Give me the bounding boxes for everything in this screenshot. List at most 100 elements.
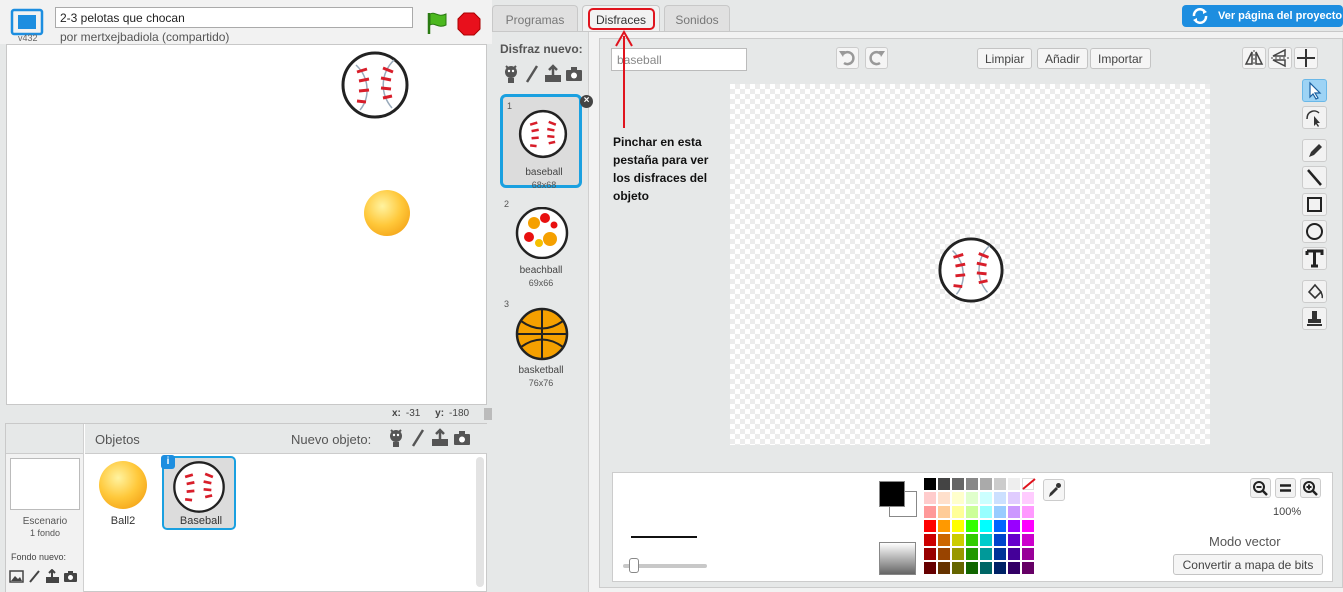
set-center-icon[interactable] xyxy=(1294,47,1318,69)
tab-disfraces[interactable]: Disfraces xyxy=(582,5,660,32)
delete-costume-icon[interactable]: × xyxy=(580,95,593,108)
color-swatch[interactable] xyxy=(938,478,950,490)
color-swatch[interactable] xyxy=(938,562,950,574)
color-swatch[interactable] xyxy=(1022,534,1034,546)
camera-icon[interactable] xyxy=(453,428,471,448)
info-icon[interactable]: i xyxy=(161,455,175,469)
tab-programas[interactable]: Programas xyxy=(492,5,578,32)
color-swatch[interactable] xyxy=(980,562,992,574)
color-swatch[interactable] xyxy=(994,478,1006,490)
convert-to-bitmap-button[interactable]: Convertir a mapa de bits xyxy=(1173,554,1323,575)
color-swatch[interactable] xyxy=(966,520,978,532)
color-swatch[interactable] xyxy=(924,548,936,560)
select-arrow-icon[interactable] xyxy=(1302,79,1327,102)
color-swatch[interactable] xyxy=(924,534,936,546)
camera-icon[interactable] xyxy=(565,64,583,84)
color-swatch[interactable] xyxy=(924,478,936,490)
color-swatch[interactable] xyxy=(1008,478,1020,490)
zoom-reset-icon[interactable] xyxy=(1275,478,1296,498)
color-swatch[interactable] xyxy=(994,562,1006,574)
color-swatch[interactable] xyxy=(924,520,936,532)
color-swatch[interactable] xyxy=(994,548,1006,560)
stage[interactable] xyxy=(6,44,487,405)
project-title-input[interactable] xyxy=(55,7,413,28)
color-swatch[interactable] xyxy=(938,534,950,546)
color-swatch[interactable] xyxy=(952,534,964,546)
color-swatch[interactable] xyxy=(994,506,1006,518)
color-swatch[interactable] xyxy=(938,492,950,504)
paint-canvas[interactable] xyxy=(730,84,1210,445)
color-swatch[interactable] xyxy=(1022,520,1034,532)
upload-icon[interactable] xyxy=(431,428,449,448)
color-swatch[interactable] xyxy=(966,534,978,546)
color-swatch[interactable] xyxy=(966,492,978,504)
color-swatch[interactable] xyxy=(980,478,992,490)
stop-icon[interactable] xyxy=(457,12,481,36)
color-swatch[interactable] xyxy=(1008,520,1020,532)
color-swatch[interactable] xyxy=(1008,492,1020,504)
upload-icon[interactable] xyxy=(45,568,60,584)
tab-sonidos[interactable]: Sonidos xyxy=(664,5,730,32)
color-swatch[interactable] xyxy=(994,492,1006,504)
costume-library-icon[interactable] xyxy=(502,64,520,84)
view-project-page-button[interactable]: Ver página del proyecto xyxy=(1182,5,1343,27)
flip-horizontal-icon[interactable] xyxy=(1242,47,1266,69)
color-swatch[interactable] xyxy=(1008,548,1020,560)
color-swatch[interactable] xyxy=(966,478,978,490)
pencil-icon[interactable] xyxy=(1302,139,1327,162)
sprite-tile-baseball[interactable]: i Baseball xyxy=(161,455,236,530)
costume-tile-baseball[interactable]: 1 × baseball 68x68 xyxy=(500,94,593,190)
fullscreen-icon[interactable] xyxy=(10,8,44,36)
color-swatch[interactable] xyxy=(980,548,992,560)
redo-icon[interactable] xyxy=(865,47,888,69)
baseball-costume-drawing[interactable] xyxy=(937,236,1005,307)
color-swatch[interactable] xyxy=(1022,562,1034,574)
color-swatch[interactable] xyxy=(966,562,978,574)
color-swatch[interactable] xyxy=(980,506,992,518)
paintbrush-icon[interactable] xyxy=(27,569,42,584)
color-swatch[interactable] xyxy=(1022,492,1034,504)
reshape-icon[interactable] xyxy=(1302,106,1327,129)
sprite-library-icon[interactable] xyxy=(387,428,405,448)
objects-scrollbar[interactable] xyxy=(476,457,484,587)
rectangle-icon[interactable] xyxy=(1302,193,1327,216)
green-flag-icon[interactable] xyxy=(424,10,450,36)
color-swatch[interactable] xyxy=(952,492,964,504)
color-swatch[interactable] xyxy=(980,534,992,546)
color-swatch[interactable] xyxy=(1008,506,1020,518)
color-swatch[interactable] xyxy=(952,478,964,490)
ellipse-icon[interactable] xyxy=(1302,220,1327,243)
color-swatch[interactable] xyxy=(980,520,992,532)
color-swatch[interactable] xyxy=(994,534,1006,546)
color-swatch[interactable] xyxy=(994,520,1006,532)
upload-icon[interactable] xyxy=(544,64,562,84)
paintbrush-icon[interactable] xyxy=(523,64,541,84)
color-swatch[interactable] xyxy=(938,506,950,518)
add-button[interactable]: Añadir xyxy=(1037,48,1088,69)
camera-icon[interactable] xyxy=(63,569,78,584)
line-icon[interactable] xyxy=(1302,166,1327,189)
stroke-width-slider-thumb[interactable] xyxy=(629,558,639,573)
import-button[interactable]: Importar xyxy=(1090,48,1151,69)
stage-thumbnail[interactable] xyxy=(10,458,80,510)
foreground-color-swatch[interactable] xyxy=(879,481,905,507)
color-swatch[interactable] xyxy=(952,520,964,532)
undo-icon[interactable] xyxy=(836,47,859,69)
color-swatch[interactable] xyxy=(924,506,936,518)
sprite-tile-ball2[interactable]: Ball2 xyxy=(86,456,160,530)
zoom-in-icon[interactable] xyxy=(1300,478,1321,498)
color-swatch[interactable] xyxy=(980,492,992,504)
costume-tile-beachball[interactable]: 2 beachball 69x66 xyxy=(500,195,582,289)
clear-button[interactable]: Limpiar xyxy=(977,48,1033,69)
color-swatch[interactable] xyxy=(938,548,950,560)
ball2-sprite-on-stage[interactable] xyxy=(363,189,411,240)
color-swatch[interactable] xyxy=(952,548,964,560)
stamp-icon[interactable] xyxy=(1302,307,1327,330)
color-spectrum-picker[interactable] xyxy=(879,542,916,575)
color-swatch[interactable] xyxy=(1022,548,1034,560)
text-tool-icon[interactable] xyxy=(1302,247,1327,270)
color-swatch[interactable] xyxy=(966,548,978,560)
color-swatch[interactable] xyxy=(938,520,950,532)
color-swatch[interactable] xyxy=(924,492,936,504)
eyedropper-icon[interactable] xyxy=(1043,479,1065,501)
